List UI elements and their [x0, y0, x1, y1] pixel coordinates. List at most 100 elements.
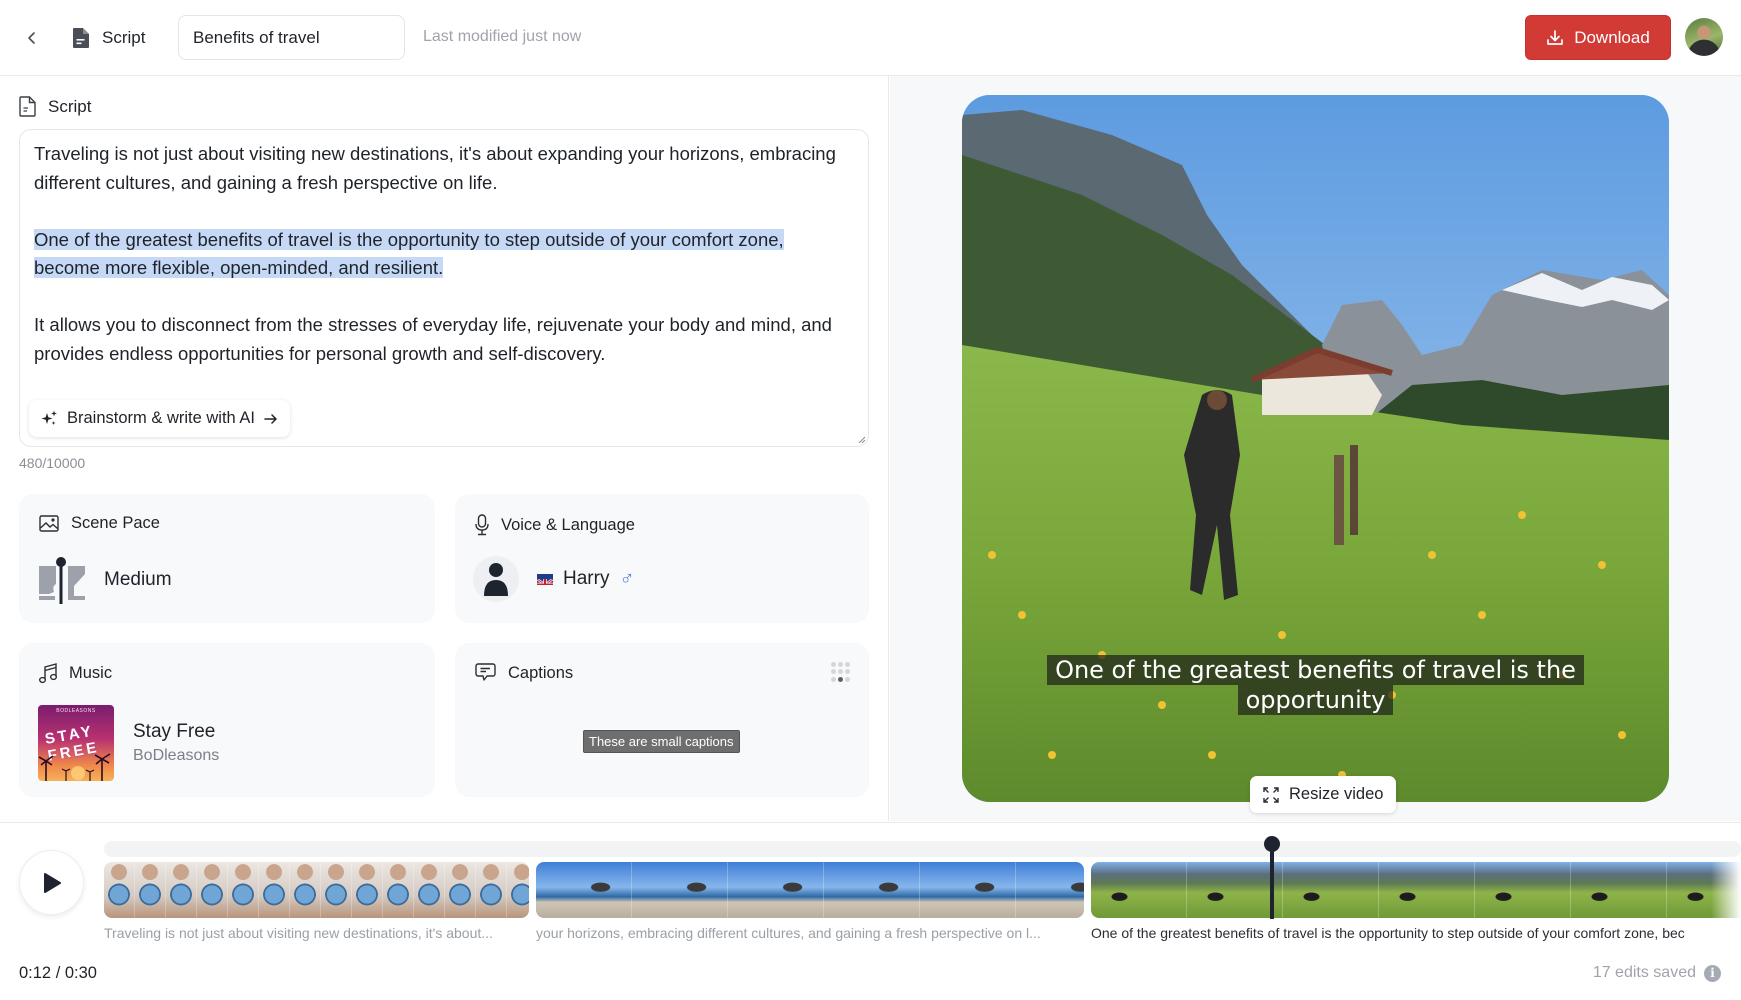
video-caption-overlay: One of the greatest benefits of travel i…: [962, 655, 1669, 715]
project-title-input[interactable]: [178, 15, 405, 60]
play-button[interactable]: [19, 850, 84, 915]
sparkles-icon: [41, 410, 57, 425]
microphone-icon: [475, 514, 489, 536]
edits-saved-label: 17 edits saved: [1592, 964, 1696, 981]
position-dot[interactable]: [845, 669, 850, 675]
script-paragraph[interactable]: Traveling is not just about visiting new…: [34, 140, 848, 197]
user-avatar[interactable]: [1685, 18, 1723, 56]
resize-grip-icon[interactable]: [856, 434, 866, 444]
clip-frame: [414, 862, 445, 918]
clip-strip: [104, 862, 1741, 918]
voice-language-card[interactable]: Voice & Language Harry ♂: [455, 494, 869, 623]
clip-frame: [1016, 862, 1084, 918]
video-preview[interactable]: One of the greatest benefits of travel i…: [962, 95, 1669, 802]
play-icon: [43, 872, 61, 893]
person-icon: [484, 563, 508, 596]
script-paragraph-selected[interactable]: One of the greatest benefits of travel i…: [34, 226, 848, 283]
position-dot[interactable]: [831, 662, 836, 667]
scrub-track[interactable]: [104, 841, 1741, 857]
music-track[interactable]: BODLEASONS STAY FREE Stay Free BoDleason…: [38, 705, 219, 781]
music-title: Stay Free: [133, 721, 216, 742]
caption-line: opportunity: [1237, 685, 1394, 715]
music-artist: BoDleasons: [133, 747, 220, 764]
clip-frame: [259, 862, 290, 918]
clip-frame: [920, 862, 1016, 918]
scene-pace-header: Scene Pace: [39, 514, 160, 533]
caption-position-grid[interactable]: [831, 662, 851, 682]
script-text[interactable]: Traveling is not just about visiting new…: [34, 140, 848, 397]
script-panel: Script Traveling is not just about visit…: [0, 76, 889, 821]
clip-frame: [352, 862, 383, 918]
clip-frame: [104, 862, 135, 918]
download-label: Download: [1574, 27, 1650, 47]
uk-flag-icon: [537, 573, 553, 585]
voice-selection[interactable]: Harry ♂: [473, 556, 634, 602]
script-editor[interactable]: Traveling is not just about visiting new…: [19, 129, 869, 447]
scene-pace-card[interactable]: Scene Pace Medium: [19, 494, 435, 623]
clip-frame: [383, 862, 414, 918]
resize-video-label: Resize video: [1289, 785, 1384, 803]
clip-frame: [445, 862, 476, 918]
download-button[interactable]: Download: [1525, 15, 1671, 60]
paragraph-text: Traveling is not just about visiting new…: [34, 143, 836, 193]
breadcrumb-label: Script: [102, 28, 146, 47]
last-modified-status: Last modified just now: [423, 28, 582, 45]
scene-pace-label: Scene Pace: [71, 514, 160, 532]
script-section-title: Script: [48, 96, 92, 116]
voice-language-label: Voice & Language: [501, 515, 635, 534]
brainstorm-ai-button[interactable]: Brainstorm & write with AI: [29, 400, 290, 437]
male-gender-icon: ♂: [619, 567, 635, 590]
scene-pace-text: Medium: [104, 569, 172, 590]
clip-frame: [536, 862, 632, 918]
download-icon: [1547, 29, 1564, 45]
timeline-clip-active[interactable]: [1091, 862, 1741, 918]
clip-frame: [290, 862, 321, 918]
clip-caption-active: One of the greatest benefits of travel i…: [1091, 925, 1685, 941]
clip-frame: [197, 862, 228, 918]
position-dot[interactable]: [838, 662, 843, 667]
position-dot[interactable]: [845, 662, 850, 667]
clip-frame: [321, 862, 352, 918]
playhead[interactable]: [1264, 836, 1280, 919]
clip-caption: your horizons, embracing different cultu…: [536, 925, 1041, 941]
captions-card[interactable]: Captions These are small captions: [455, 643, 869, 797]
timeline-clip[interactable]: [104, 862, 529, 918]
clip-frame: [166, 862, 197, 918]
position-dot[interactable]: [845, 676, 850, 682]
scene-pace-value[interactable]: Medium: [38, 556, 172, 604]
position-dot[interactable]: [831, 676, 836, 682]
clip-frame: [728, 862, 824, 918]
clip-frame: [228, 862, 259, 918]
document-icon: [73, 28, 89, 48]
back-button[interactable]: [18, 24, 46, 52]
edits-saved-status: 17 edits saved i: [1593, 964, 1721, 982]
clip-frame: [1571, 862, 1667, 918]
album-art: BODLEASONS STAY FREE: [38, 705, 114, 781]
position-dot-active[interactable]: [838, 676, 843, 682]
position-dot[interactable]: [831, 669, 836, 675]
clip-frame: [1379, 862, 1475, 918]
timeline-clip[interactable]: [536, 862, 1084, 918]
clip-frame: [476, 862, 507, 918]
breadcrumb[interactable]: Script: [72, 24, 145, 52]
character-count: 480/10000: [19, 455, 86, 471]
captions-label: Captions: [508, 663, 574, 682]
pace-slider-icon: [39, 557, 85, 604]
music-card[interactable]: Music BODLEASONS STAY FREE Stay Free BoD…: [19, 643, 435, 797]
clip-frame: [507, 862, 529, 918]
image-icon: [39, 515, 59, 532]
preview-panel: One of the greatest benefits of travel i…: [890, 76, 1741, 821]
caption-style-sample[interactable]: These are small captions: [583, 730, 740, 753]
clip-frame: [824, 862, 920, 918]
captions-header: Captions: [475, 663, 573, 683]
script-paragraph[interactable]: It allows you to disconnect from the str…: [34, 311, 848, 368]
position-dot[interactable]: [838, 669, 843, 675]
arrow-right-icon: [264, 413, 277, 424]
voice-avatar: [473, 556, 519, 602]
music-note-icon: [39, 663, 57, 684]
music-header: Music: [39, 663, 112, 684]
clip-frame: [135, 862, 166, 918]
clip-frame: [1475, 862, 1571, 918]
info-icon[interactable]: i: [1704, 964, 1721, 982]
resize-video-button[interactable]: Resize video: [1250, 776, 1397, 813]
